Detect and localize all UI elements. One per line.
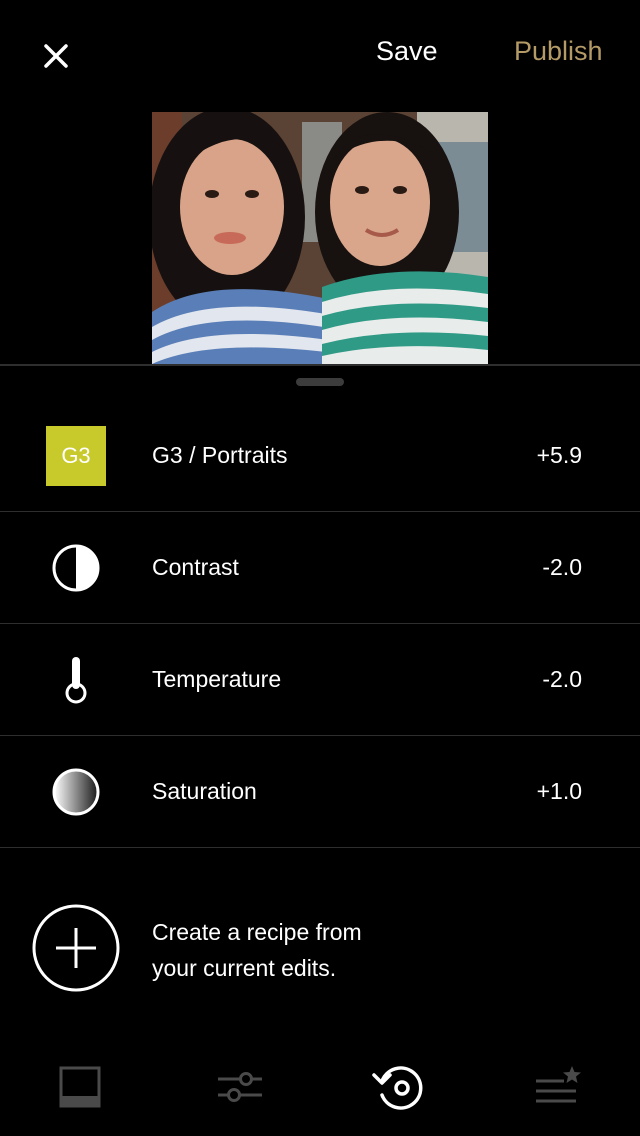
edit-label: Saturation <box>152 778 257 804</box>
preset-badge-icon: G3 <box>46 426 106 486</box>
contrast-icon <box>46 538 106 598</box>
create-recipe[interactable]: Create a recipe from your current edits. <box>0 890 640 1010</box>
edit-value: -2.0 <box>542 554 582 580</box>
drag-handle[interactable] <box>296 378 344 386</box>
edit-label: Contrast <box>152 554 239 580</box>
edit-value: +1.0 <box>536 778 582 804</box>
add-circle-icon <box>32 904 120 992</box>
top-bar: Save Publish <box>0 0 640 112</box>
tab-presets[interactable] <box>40 1052 120 1122</box>
adjust-sliders-icon <box>218 1072 262 1102</box>
photo-preview[interactable] <box>152 112 488 364</box>
edit-label: Temperature <box>152 666 282 692</box>
history-icon <box>372 1066 423 1110</box>
thermometer-icon <box>46 650 106 710</box>
photo-image <box>152 112 488 364</box>
edit-value: -2.0 <box>542 666 582 692</box>
edit-history-list: G3 G3 / Portraits +5.9 Contrast -2.0 Tem… <box>0 400 640 848</box>
edit-value: +5.9 <box>536 442 582 468</box>
sheet-divider <box>0 364 640 366</box>
preset-badge: G3 <box>46 426 106 486</box>
recipes-star-icon <box>536 1066 581 1103</box>
edit-row-contrast[interactable]: Contrast -2.0 <box>0 512 640 624</box>
recipe-description: Create a recipe from your current edits. <box>152 914 452 986</box>
saturation-icon <box>46 762 106 822</box>
edit-row-saturation[interactable]: Saturation +1.0 <box>0 736 640 848</box>
tab-recipes[interactable] <box>518 1052 598 1122</box>
close-icon <box>44 44 68 68</box>
recipe-text-line2: your current edits. <box>152 955 337 981</box>
close-button[interactable] <box>36 36 76 76</box>
edit-row-preset[interactable]: G3 G3 / Portraits +5.9 <box>0 400 640 512</box>
recipe-text-line1: Create a recipe from <box>152 919 362 945</box>
save-button[interactable]: Save <box>376 36 438 67</box>
tab-adjust[interactable] <box>200 1052 280 1122</box>
presets-icon <box>59 1066 101 1108</box>
edit-label: G3 / Portraits <box>152 442 288 468</box>
add-recipe-button[interactable] <box>32 904 120 992</box>
bottom-tab-bar <box>0 1040 640 1136</box>
tab-history[interactable] <box>360 1052 440 1122</box>
publish-button[interactable]: Publish <box>514 36 603 67</box>
edit-row-temperature[interactable]: Temperature -2.0 <box>0 624 640 736</box>
